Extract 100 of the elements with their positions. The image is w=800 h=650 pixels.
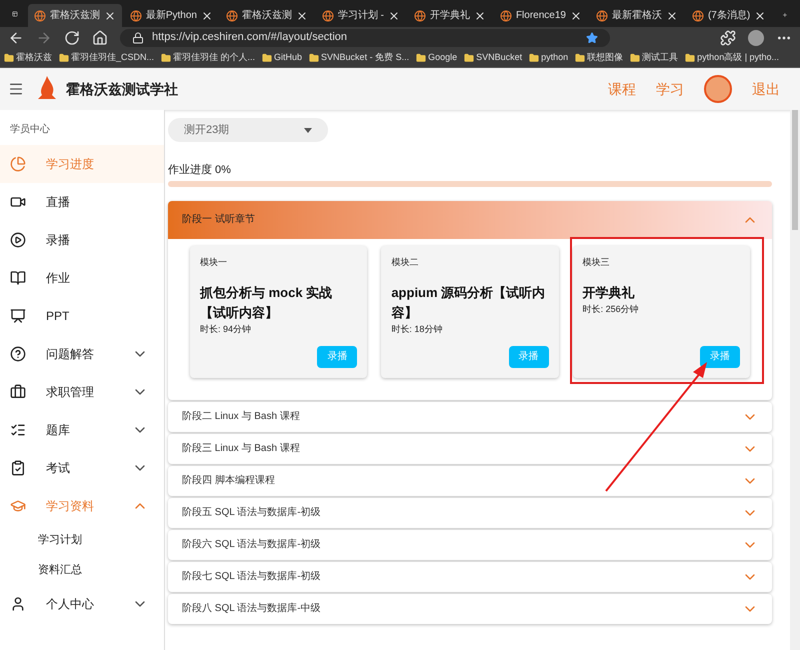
extensions-icon[interactable]: [720, 30, 736, 46]
close-icon[interactable]: [666, 10, 678, 22]
bookmark[interactable]: 联想图像: [575, 50, 624, 64]
close-icon[interactable]: [200, 10, 213, 22]
user-avatar[interactable]: [704, 75, 732, 103]
stage-header[interactable]: 阶段四 脚本编程课程: [168, 466, 772, 496]
home-icon[interactable]: [92, 30, 108, 46]
bookmark[interactable]: Google: [416, 50, 458, 64]
folder-icon: [262, 52, 272, 62]
sidebar-item-icon: [10, 308, 26, 324]
sidebar-item[interactable]: 作业: [0, 259, 164, 297]
profile-avatar[interactable]: [748, 30, 764, 46]
bookmark[interactable]: SVNBucket - 免费 S...: [309, 50, 410, 64]
sidebar-item-icon: [10, 232, 26, 248]
class-dropdown[interactable]: 测开23期: [168, 118, 328, 142]
tab-favicon-icon: [500, 10, 512, 22]
folder-icon: [309, 52, 320, 62]
dropdown-caret-icon: [304, 128, 312, 132]
stage-header[interactable]: 阶段一 试听章节: [168, 200, 772, 238]
stage-header[interactable]: 阶段七 SQL 语法与数据库-初级: [168, 562, 772, 592]
browser-tab[interactable]: 霍格沃兹测: [28, 4, 122, 27]
sidebar-item-icon: [10, 460, 26, 476]
brand-name: 霍格沃兹测试学社: [66, 80, 178, 98]
browser-tab[interactable]: 最新霍格沃: [590, 4, 684, 27]
module-title: appium 源码分析【试听内容】: [391, 284, 546, 322]
bookmark[interactable]: 霍羽佳羽佳 的个人...: [161, 50, 256, 64]
bookmark[interactable]: SVNBucket: [464, 50, 522, 64]
sidebar-item[interactable]: 考试: [0, 449, 164, 487]
module-title: 开学典礼: [582, 284, 636, 302]
sidebar-section-title: 学员中心: [9, 122, 51, 137]
close-icon[interactable]: [296, 10, 308, 22]
sidebar-item-icon: [10, 498, 26, 514]
sidebar-item[interactable]: PPT: [0, 297, 164, 335]
folder-icon: [529, 52, 540, 62]
folder-icon: [685, 52, 696, 62]
module-tag: 模块一: [200, 256, 358, 269]
stage-header[interactable]: 阶段六 SQL 语法与数据库-初级: [168, 530, 772, 560]
sidebar-subitem[interactable]: 资料汇总: [0, 555, 164, 585]
browser-tab[interactable]: 最新Python: [124, 4, 218, 27]
browser-tab[interactable]: 开学典礼: [408, 4, 492, 27]
menu-icon[interactable]: [8, 81, 24, 97]
url-text: https://vip.ceshiren.com/#/layout/section: [152, 30, 348, 46]
tab-favicon-icon: [692, 10, 704, 22]
module-tag: 模块三: [582, 256, 740, 269]
module-duration: 时长: 18分钟: [391, 323, 444, 336]
module-title: 抓包分析与 mock 实战【试听内容】: [200, 284, 334, 322]
sidebar-item[interactable]: 题库: [0, 411, 164, 449]
folder-icon: [161, 52, 172, 62]
tab-favicon-icon: [130, 10, 142, 22]
stage-header[interactable]: 阶段八 SQL 语法与数据库-中级: [168, 594, 772, 624]
bookmark[interactable]: python高级 | pytho...: [685, 50, 780, 64]
sidebar-item-icon: [10, 270, 26, 286]
stage-header[interactable]: 阶段三 Linux 与 Bash 课程: [168, 434, 772, 464]
close-icon[interactable]: [104, 10, 116, 22]
close-icon[interactable]: [754, 10, 766, 22]
close-icon[interactable]: [388, 10, 400, 22]
sidebar-item-icon: [10, 156, 26, 172]
sidebar-item[interactable]: 个人中心: [0, 585, 164, 623]
close-icon[interactable]: [474, 10, 486, 22]
reload-icon[interactable]: [64, 30, 80, 46]
tab-favicon-icon: [226, 10, 238, 22]
folder-icon: [575, 52, 586, 62]
browser-tab[interactable]: (7条消息): [686, 4, 772, 27]
browser-tab[interactable]: 学习计划 -: [316, 4, 406, 27]
lock-icon: [132, 32, 144, 44]
sidebar-item-icon: [10, 384, 26, 400]
browser-tab[interactable]: 霍格沃兹测: [220, 4, 314, 27]
bookmark[interactable]: python: [529, 50, 568, 64]
folder-icon: [59, 52, 69, 62]
tab-favicon-icon: [34, 10, 46, 22]
favorite-star-icon[interactable]: [586, 32, 598, 44]
bookmark[interactable]: 霍格沃兹: [4, 50, 52, 64]
sidebar-item-icon: [10, 346, 26, 362]
folder-icon: [4, 52, 14, 62]
module-duration: 时长: 256分钟: [582, 303, 640, 316]
sidebar-item-icon: [10, 596, 26, 612]
progress-label: 作业进度 0%: [168, 162, 232, 178]
sidebar-item[interactable]: 求职管理: [0, 373, 164, 411]
back-icon[interactable]: [8, 30, 24, 46]
sidebar-item-icon: [10, 422, 26, 438]
folder-icon: [630, 52, 640, 62]
scrollbar[interactable]: [790, 110, 800, 650]
stage-header[interactable]: 阶段二 Linux 与 Bash 课程: [168, 402, 772, 432]
address-bar[interactable]: https://vip.ceshiren.com/#/layout/section: [120, 28, 610, 46]
bookmark[interactable]: 测试工具: [630, 50, 678, 64]
sidebar-item[interactable]: 录播: [0, 221, 164, 259]
folder-icon: [464, 52, 474, 62]
stage-header[interactable]: 阶段五 SQL 语法与数据库-初级: [168, 498, 772, 528]
sidebar-subitem[interactable]: 学习计划: [0, 525, 164, 555]
sidebar-item[interactable]: 直播: [0, 183, 164, 221]
sidebar-item[interactable]: 问题解答: [0, 335, 164, 373]
folder-icon: [416, 52, 426, 62]
bookmark[interactable]: GitHub: [262, 50, 302, 64]
module-tag: 模块二: [391, 256, 549, 269]
tab-favicon-icon: [322, 10, 334, 22]
browser-tab[interactable]: Florence19: [494, 4, 588, 27]
close-icon[interactable]: [570, 10, 582, 22]
bookmark[interactable]: 霍羽佳羽佳_CSDN...: [59, 50, 154, 64]
tab-favicon-icon: [414, 10, 426, 22]
forward-icon[interactable]: [36, 30, 52, 46]
